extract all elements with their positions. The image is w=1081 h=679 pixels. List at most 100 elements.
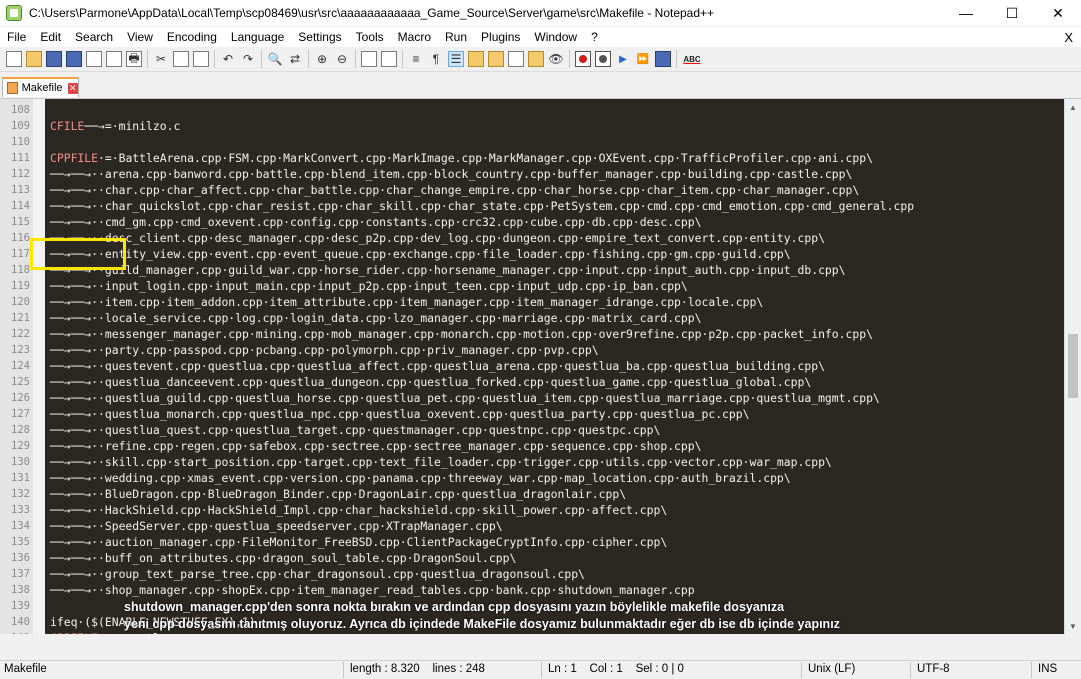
status-encoding: UTF-8 [917,663,950,675]
vertical-scrollbar[interactable]: ▲ ▼ [1064,99,1081,634]
line-number: 124 [11,360,30,372]
line-number: 114 [11,200,30,212]
spellcheck-icon[interactable]: ABC [682,51,702,67]
code-line: 129 ──→──→··refine.cpp·regen.cpp·safebox.… [0,438,1064,454]
menu-tools[interactable]: Tools [349,30,391,44]
code-content: ·=·BattleArena.cpp·FSM.cpp·MarkConvert.c… [98,151,873,165]
menu-view[interactable]: View [120,30,160,44]
toolbar-separator [569,50,570,68]
minimize-button[interactable]: — [943,0,989,26]
zoom-in-icon[interactable]: ⊕ [314,51,330,67]
code-line: 117 ──→──→··entity_view.cpp·event.cpp·eve… [0,246,1064,262]
code-content: ──→=·minilzo.c [84,119,181,133]
line-number: 120 [11,296,30,308]
code-content: ──→──→··cmd_gm.cpp·cmd_oxevent.cpp·confi… [50,215,702,229]
menu-settings[interactable]: Settings [291,30,348,44]
highlight-box [30,238,126,270]
run-macro-multiple-icon[interactable]: ⏩ [635,51,651,67]
menu-search[interactable]: Search [68,30,120,44]
line-number: 125 [11,376,30,388]
play-macro-icon[interactable]: ▶ [615,51,631,67]
sync-h-icon[interactable] [381,51,397,67]
line-number: 127 [11,408,30,420]
menu-run[interactable]: Run [438,30,474,44]
show-all-chars-icon[interactable]: ¶ [428,51,444,67]
scroll-down-icon[interactable]: ▼ [1065,618,1081,634]
paste-icon[interactable] [193,51,209,67]
stop-macro-icon[interactable] [595,51,611,67]
code-content: ──→──→··char.cpp·char_affect.cpp·char_ba… [50,183,860,197]
code-line: 110 [0,134,1064,150]
line-number: 136 [11,552,30,564]
redo-icon[interactable]: ↷ [240,51,256,67]
code-content: ──→──→··guild_manager.cpp·guild_war.cpp·… [50,263,846,277]
menu-macro[interactable]: Macro [391,30,438,44]
save-icon[interactable] [46,51,62,67]
code-content: ──→──→··arena.cpp·banword.cpp·battle.cpp… [50,167,853,181]
annotation-line-2: yeni cpp dosyasını tanıtmış oluyoruz. Ay… [124,617,840,631]
code-text: ──→──→··auction_manager.cpp·FileMonitor_… [50,534,667,550]
record-macro-icon[interactable] [575,51,591,67]
code-editor[interactable]: 108 109 CFILE──→=·minilzo.c 110 111 CPPFILE·=… [0,99,1064,634]
find-icon[interactable]: 🔍 [267,51,283,67]
doc-map-icon[interactable] [468,51,484,67]
monitor-icon[interactable]: 👁 [548,51,564,67]
scroll-up-icon[interactable]: ▲ [1065,99,1081,115]
menu-file[interactable]: File [0,30,33,44]
folder-workspace-icon[interactable] [508,51,524,67]
menu-encoding[interactable]: Encoding [160,30,224,44]
copy-icon[interactable] [173,51,189,67]
status-divider [1031,662,1032,678]
line-number: 140 [11,616,30,628]
code-content: ──→──→··item.cpp·item_addon.cpp·item_att… [50,295,764,309]
sync-v-icon[interactable] [361,51,377,67]
print-icon[interactable]: 🖶 [126,51,142,67]
code-text: ──→──→··party.cpp·passpod.cpp·pcbang.cpp… [50,342,599,358]
code-line: 121 ──→──→··locale_service.cpp·log.cpp·lo… [0,310,1064,326]
menu-window[interactable]: Window [527,30,584,44]
code-line: 123 ──→──→··party.cpp·passpod.cpp·pcbang.… [0,342,1064,358]
close-tab-icon[interactable]: ✕ [67,82,78,94]
cut-icon[interactable]: ✂ [153,51,169,67]
replace-icon[interactable]: ⇄ [287,51,303,67]
close-document-button[interactable]: X [1064,30,1073,45]
code-text: ──→──→··input_login.cpp·input_main.cpp·i… [50,278,688,294]
toolbar-separator [261,50,262,68]
function-list-icon[interactable] [488,51,504,67]
toolbar: 🖶 ✂ ↶ ↷ 🔍 ⇄ ⊕ ⊖ ≡ ¶ ☰ 👁 ▶ ⏩ ABC [0,47,1081,72]
close-button[interactable]: ✕ [1035,0,1081,26]
save-macro-icon[interactable] [655,51,671,67]
code-content: ──→──→··auction_manager.cpp·FileMonitor_… [50,535,668,549]
close-icon[interactable] [86,51,102,67]
indent-guide-icon[interactable]: ☰ [448,51,464,67]
code-content: ──→──→··HackShield.cpp·HackShield_Impl.c… [50,503,668,517]
code-text: ──→──→··skill.cpp·start_position.cpp·tar… [50,454,832,470]
status-length: length : 8.320 lines : 248 [350,663,485,675]
code-line: 134 ──→──→··SpeedServer.cpp·questlua_spee… [0,518,1064,534]
code-line: 108 [0,102,1064,118]
menu-edit[interactable]: Edit [33,30,68,44]
code-content: ──→──→··party.cpp·passpod.cpp·pcbang.cpp… [50,343,599,357]
folder-icon[interactable] [528,51,544,67]
new-file-icon[interactable] [6,51,22,67]
open-folder-icon[interactable] [26,51,42,67]
toolbar-separator [308,50,309,68]
code-line: 111 CPPFILE·=·BattleArena.cpp·FSM.cpp·Mar… [0,150,1064,166]
save-all-icon[interactable] [66,51,82,67]
undo-icon[interactable]: ↶ [220,51,236,67]
code-line: 114 ──→──→··char_quickslot.cpp·char_resis… [0,198,1064,214]
zoom-out-icon[interactable]: ⊖ [334,51,350,67]
menu-language[interactable]: Language [224,30,291,44]
scrollbar-thumb[interactable] [1068,334,1078,398]
tab-makefile[interactable]: Makefile ✕ [2,77,79,97]
menu-help[interactable]: ? [584,30,605,44]
code-text: ──→──→··questlua_guild.cpp·questlua_hors… [50,390,880,406]
code-line: 124 ──→──→··questevent.cpp·questlua.cpp·q… [0,358,1064,374]
code-text: ──→──→··entity_view.cpp·event.cpp·event_… [50,246,791,262]
maximize-button[interactable]: ☐ [989,0,1035,26]
code-text: ──→──→··buff_on_attributes.cpp·dragon_so… [50,550,516,566]
word-wrap-icon[interactable]: ≡ [408,51,424,67]
menu-plugins[interactable]: Plugins [474,30,527,44]
code-content: ──→──→··group_text_parse_tree.cpp·char_d… [50,567,585,581]
close-all-icon[interactable] [106,51,122,67]
